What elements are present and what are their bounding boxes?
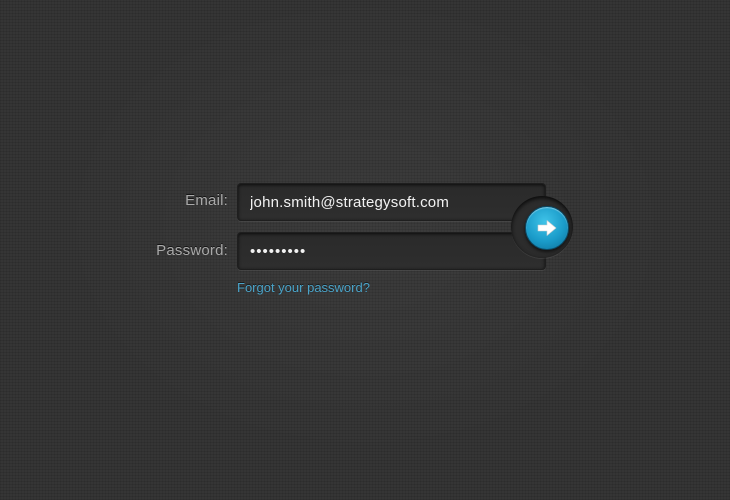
arrow-right-icon bbox=[537, 220, 557, 236]
password-field-container bbox=[237, 232, 546, 270]
email-label: Email: bbox=[185, 192, 228, 209]
forgot-password-link[interactable]: Forgot your password? bbox=[237, 280, 370, 295]
email-field-container bbox=[237, 183, 546, 221]
submit-button[interactable] bbox=[525, 206, 569, 250]
password-field[interactable] bbox=[238, 233, 545, 269]
login-form: Email: Password: Forgot your password? bbox=[0, 0, 730, 500]
email-field[interactable] bbox=[238, 184, 545, 220]
password-label: Password: bbox=[156, 242, 228, 259]
